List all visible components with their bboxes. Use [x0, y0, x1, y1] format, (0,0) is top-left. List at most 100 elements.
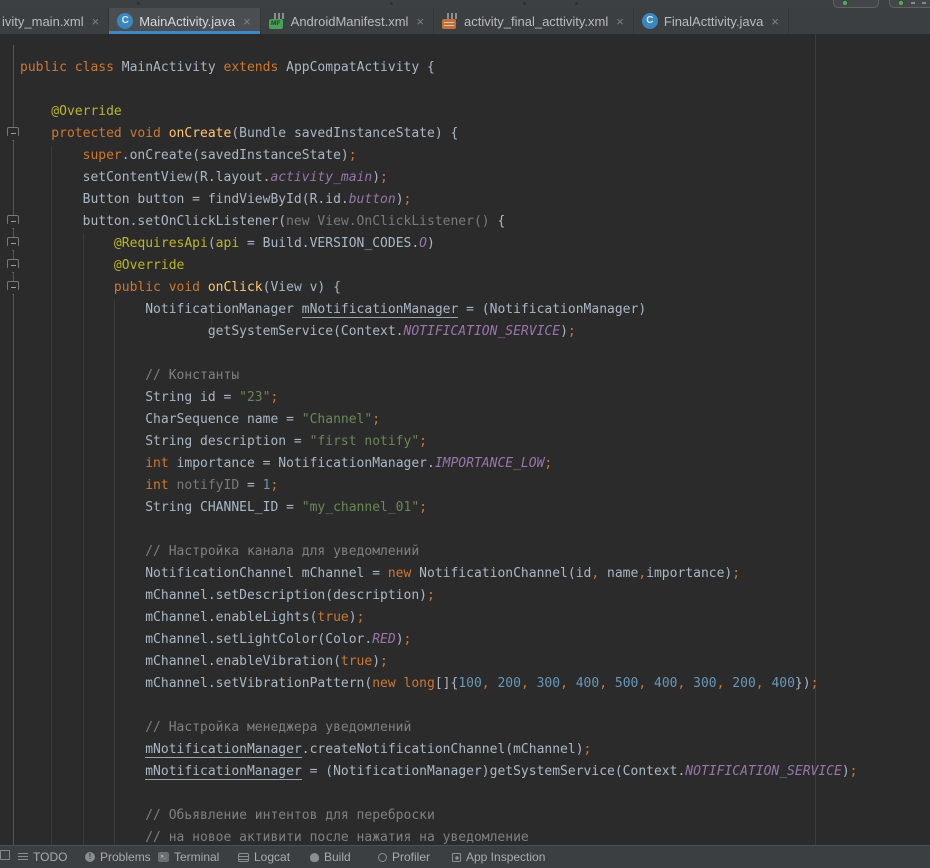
close-tab-icon[interactable]: × — [771, 15, 779, 28]
code-token: , — [591, 566, 599, 581]
code-token: public void — [20, 280, 208, 295]
code-text-area: public class MainActivity extends AppCom… — [0, 34, 858, 845]
code-token: new View.OnClickListener() — [286, 214, 497, 229]
code-token: 400 — [771, 676, 794, 691]
code-line: NotificationChannel mChannel = new Notif… — [20, 563, 858, 585]
java-class-file-icon: C — [117, 13, 133, 29]
code-token: ; — [270, 478, 278, 493]
code-token: = (NotificationManager)getSystemService(… — [302, 764, 686, 779]
code-token: NOTIFICATION_SERVICE — [685, 764, 842, 779]
window-corner-icon[interactable] — [0, 850, 10, 860]
code-token: ) — [396, 192, 404, 207]
code-token: new — [388, 566, 419, 581]
code-line: super.onCreate(savedInstanceState); — [20, 145, 858, 167]
close-tab-icon[interactable]: × — [92, 15, 100, 28]
code-line: int importance = NotificationManager.IMP… — [20, 453, 858, 475]
code-token: @RequiresApi — [20, 236, 208, 251]
android-studio-window: { "colors": { "editor_bg": "#2b2b2b", "u… — [0, 0, 930, 855]
tab-mainactivity-java[interactable]: CMainActivity.java× — [109, 8, 260, 34]
code-token: // Обьявление интентов для переброски — [20, 808, 435, 823]
layout-xml-file-icon — [442, 13, 458, 29]
code-token: mChannel.setLightColor(Color. — [20, 632, 372, 647]
code-token: String CHANNEL_ID = — [20, 500, 302, 515]
close-tab-icon[interactable]: × — [243, 15, 251, 28]
code-line — [20, 343, 858, 365]
todo-icon — [18, 853, 28, 861]
close-tab-icon[interactable]: × — [616, 15, 624, 28]
code-line: getSystemService(Context.NOTIFICATION_SE… — [20, 321, 858, 343]
tab-label: FinalActtivity.java — [664, 14, 763, 29]
code-line: mChannel.setVibrationPattern(new long[]{… — [20, 673, 858, 695]
code-token: CharSequence name = — [20, 412, 302, 427]
tab-androidmanifest-xml[interactable]: MFAndroidManifest.xml× — [261, 8, 434, 34]
code-line: mChannel.enableVibration(true); — [20, 651, 858, 673]
editor-tab-bar: ivity_main.xml×CMainActivity.java×MFAndr… — [0, 8, 930, 34]
code-token: NotificationChannel mChannel = — [20, 566, 388, 581]
tool-window-button-profiler[interactable]: Profiler — [378, 850, 430, 864]
code-line: protected void onCreate(Bundle savedInst… — [20, 123, 858, 145]
tab-ivity-main-xml[interactable]: ivity_main.xml× — [0, 8, 109, 34]
code-token: []{ — [435, 676, 458, 691]
code-token: ; — [357, 610, 365, 625]
code-token: ; — [419, 500, 427, 515]
run-icon — [843, 1, 847, 5]
tool-window-button-problems[interactable]: !Problems — [85, 850, 151, 864]
code-token — [20, 742, 145, 757]
code-line — [20, 783, 858, 805]
tool-window-button-app-inspection[interactable]: App Inspection — [452, 850, 545, 864]
code-token: true — [317, 610, 348, 625]
code-token — [568, 676, 576, 691]
toolbar-glyph — [922, 2, 926, 4]
code-token: 500 — [615, 676, 638, 691]
code-token: = — [247, 478, 263, 493]
code-token: , — [756, 676, 764, 691]
code-token: 300 — [537, 676, 560, 691]
code-token: mNotificationManager — [145, 764, 302, 780]
code-token: api — [216, 236, 239, 251]
tool-window-button-todo[interactable]: TODO — [18, 850, 67, 864]
code-token: ) — [396, 632, 404, 647]
code-token: 100 — [458, 676, 481, 691]
device-selector-button[interactable] — [889, 0, 930, 8]
code-token: 400 — [576, 676, 599, 691]
code-line: @Override — [20, 101, 858, 123]
code-token: onCreate — [169, 126, 232, 141]
code-token: ; — [811, 676, 819, 691]
code-token — [685, 676, 693, 691]
code-line: @RequiresApi(api = Build.VERSION_CODES.O… — [20, 233, 858, 255]
code-token: String description = — [20, 434, 310, 449]
run-configuration-button[interactable] — [833, 0, 879, 8]
build-icon — [310, 853, 319, 862]
tab-label: activity_final_acttivity.xml — [464, 14, 608, 29]
code-token: getSystemService(Context. — [20, 324, 404, 339]
code-token: NOTIFICATION_SERVICE — [404, 324, 561, 339]
code-token: mChannel.enableLights( — [20, 610, 317, 625]
code-token: ; — [372, 412, 380, 427]
code-editor[interactable]: public class MainActivity extends AppCom… — [0, 34, 930, 845]
code-token: button.setOnClickListener( — [20, 214, 286, 229]
code-token: mNotificationManager — [302, 302, 459, 318]
close-tab-icon[interactable]: × — [416, 15, 424, 28]
tab-activity-final-acttivity-xml[interactable]: activity_final_acttivity.xml × — [434, 8, 634, 34]
code-token: (View v) { — [263, 280, 341, 295]
code-token: NotificationChannel(id — [419, 566, 591, 581]
code-token: // Настройка канала для уведомлений — [20, 544, 419, 559]
tool-window-button-terminal[interactable]: >_Terminal — [158, 850, 219, 864]
tool-window-button-build[interactable]: Build — [310, 850, 351, 864]
code-token: "Channel" — [302, 412, 372, 427]
tab-finalacttivity-java[interactable]: CFinalActtivity.java× — [634, 8, 789, 34]
code-token: mNotificationManager — [145, 742, 302, 758]
code-token: }) — [795, 676, 811, 691]
tool-window-button-logcat[interactable]: Logcat — [238, 850, 290, 864]
code-token: @Override — [20, 258, 184, 273]
tool-window-label: Logcat — [254, 850, 290, 864]
code-token: NotificationManager — [20, 302, 302, 317]
code-line: // Настройка менеджера уведомлений — [20, 717, 858, 739]
code-token: ; — [732, 566, 740, 581]
code-line: NotificationManager mNotificationManager… — [20, 299, 858, 321]
code-token: "23" — [239, 390, 270, 405]
code-token: .onCreate(savedInstanceState) — [122, 148, 349, 163]
code-line: public void onClick(View v) { — [20, 277, 858, 299]
code-token: , — [638, 676, 646, 691]
code-line: String id = "23"; — [20, 387, 858, 409]
